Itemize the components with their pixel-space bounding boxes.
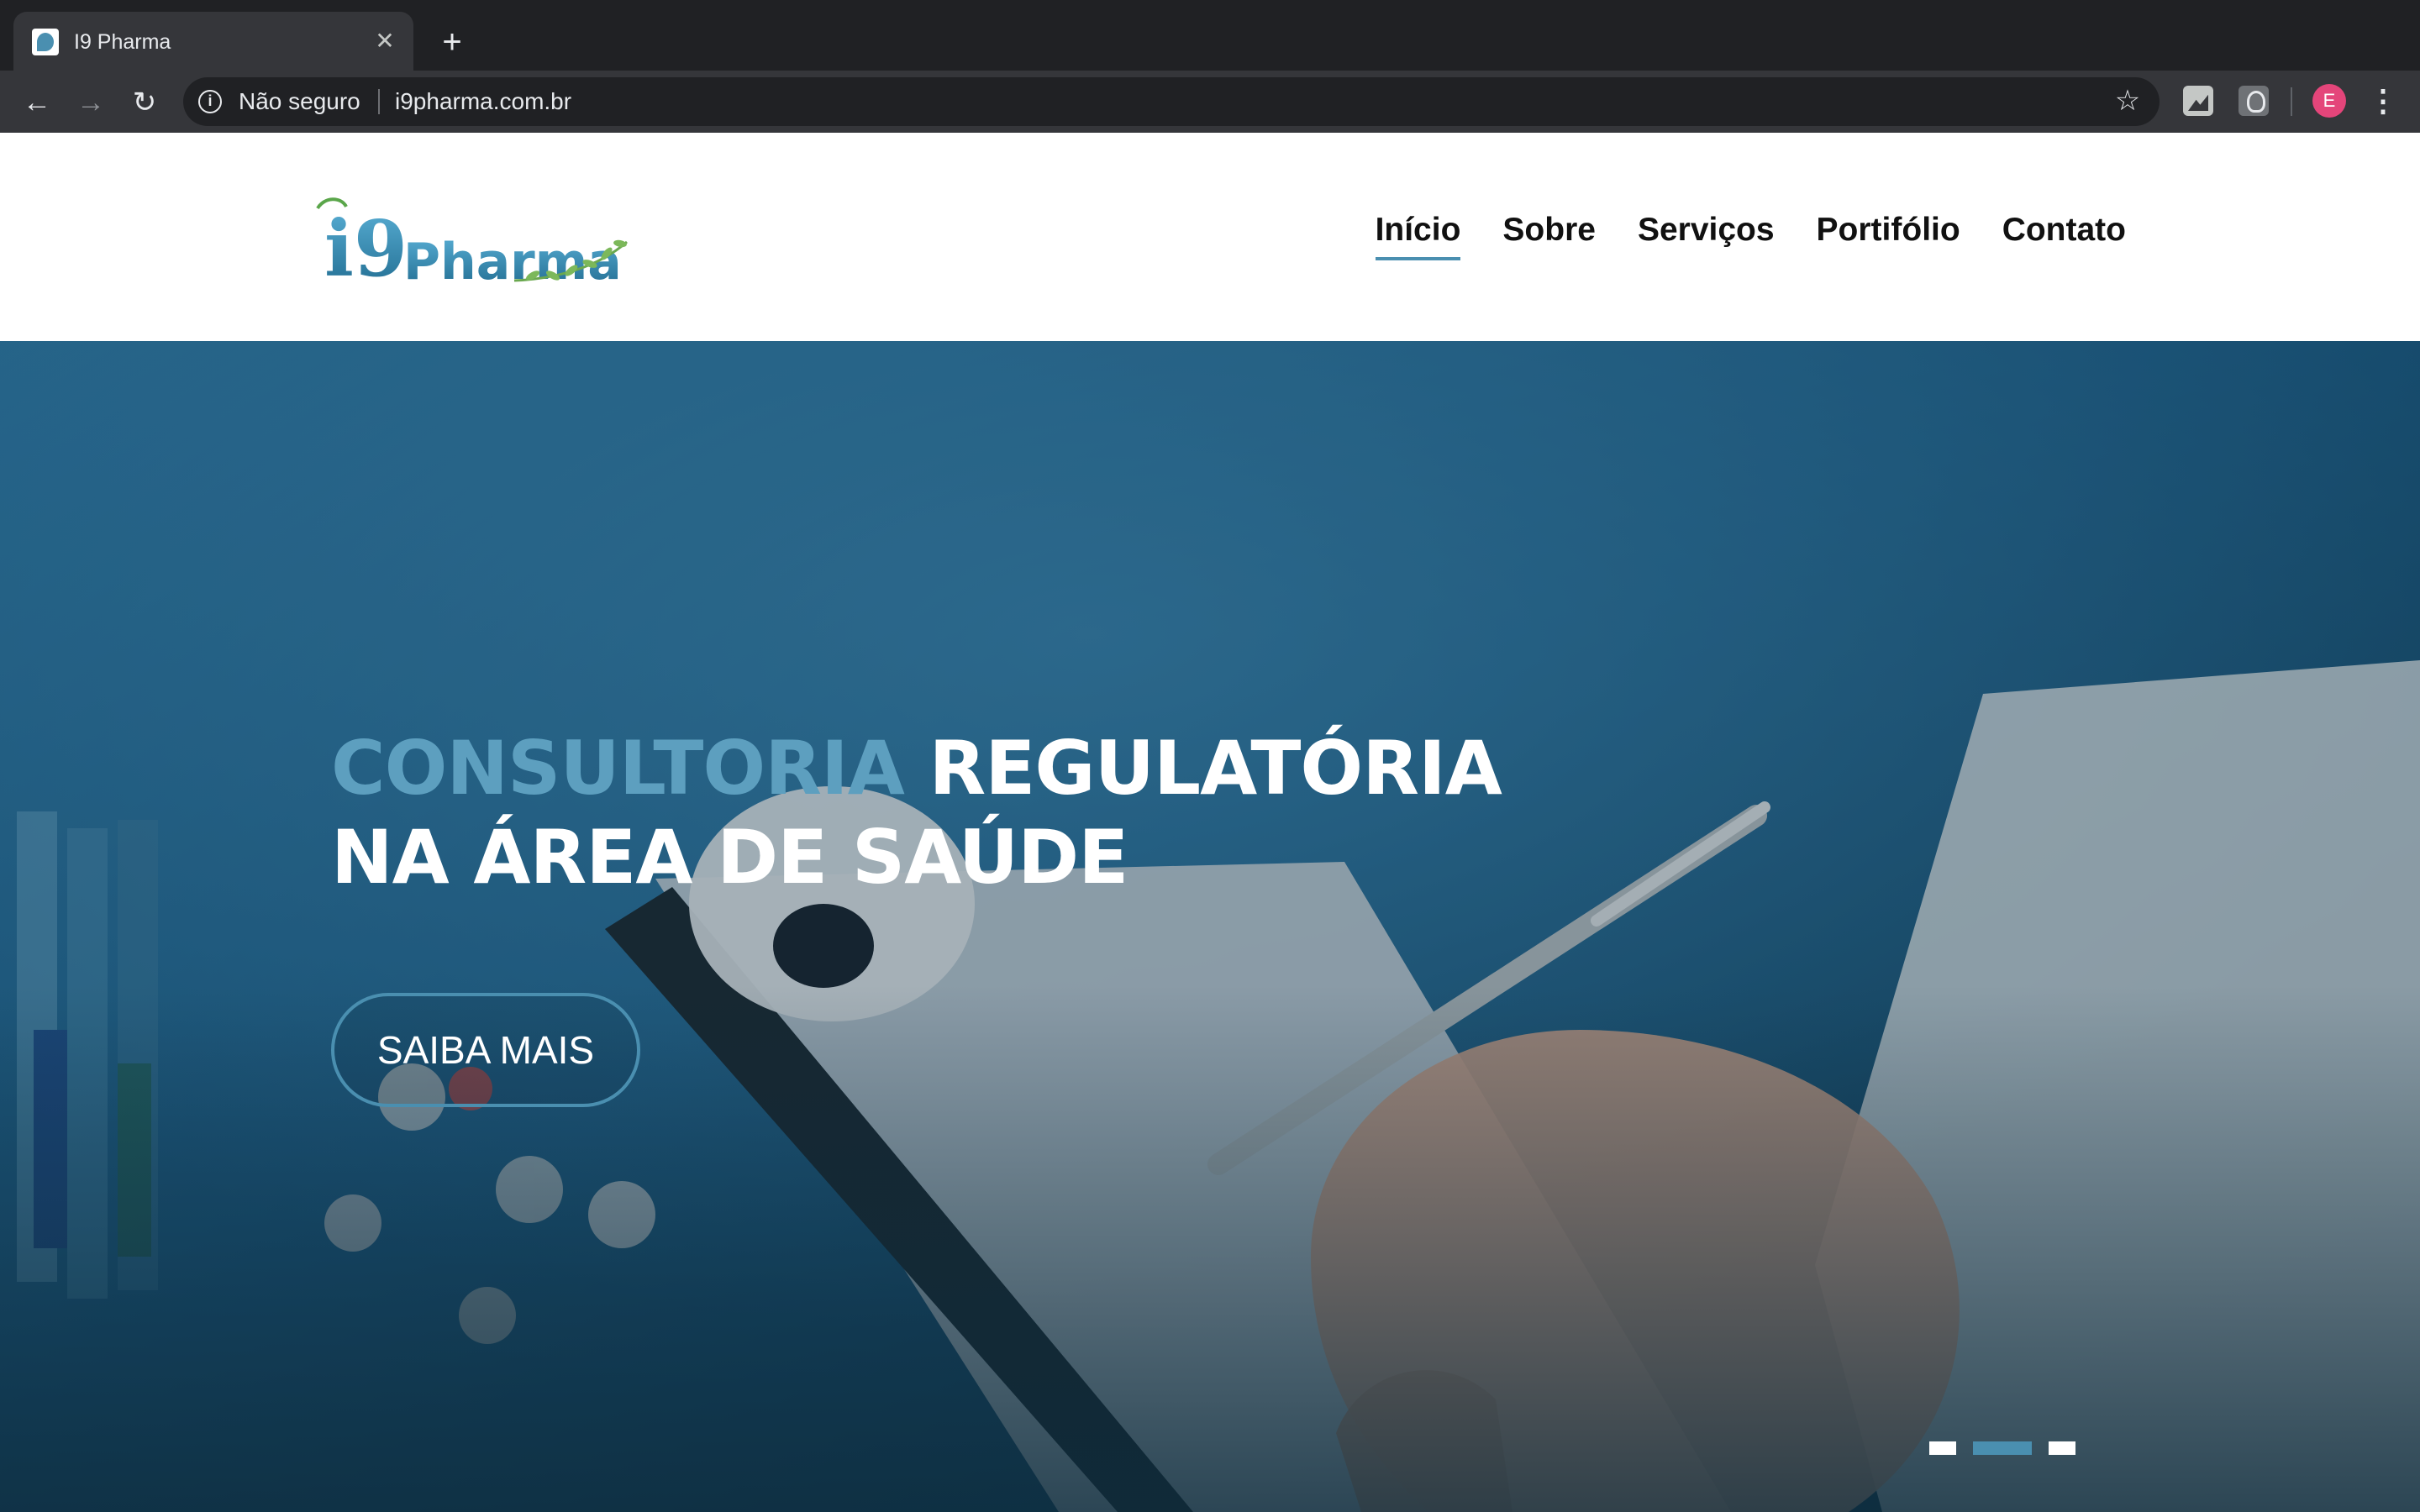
hero-slider: CONSULTORIA REGULATÓRIA NA ÁREA DE SAÚDE… <box>0 341 2420 1512</box>
security-label[interactable]: Não seguro <box>239 87 360 116</box>
main-nav: Início Sobre Serviços Portifólio Contato <box>1375 210 2126 260</box>
nav-item-portifolio[interactable]: Portifólio <box>1817 210 1960 260</box>
slide-dot-3[interactable] <box>2049 1441 2075 1455</box>
site-header: i9 Pharma Início Sobre Serviços Portifól… <box>0 133 2420 341</box>
browser-tab-strip: I9 Pharma ✕ + <box>0 0 2420 71</box>
profile-avatar[interactable]: E <box>2312 84 2346 118</box>
close-tab-icon[interactable]: ✕ <box>368 24 402 58</box>
info-icon[interactable]: i <box>198 90 222 113</box>
url-text[interactable]: i9pharma.com.br <box>395 87 571 116</box>
logo-mark: i9 <box>324 203 408 284</box>
browser-menu-icon[interactable]: ⋮ <box>2366 84 2400 118</box>
nav-item-inicio[interactable]: Início <box>1375 210 1460 260</box>
nav-item-servicos[interactable]: Serviços <box>1638 210 1775 260</box>
hero-title-rest: REGULATÓRIA <box>903 725 1502 811</box>
reload-button[interactable]: ↻ <box>126 84 163 121</box>
hero-title-line2: NA ÁREA DE SAÚDE <box>331 814 1128 900</box>
nav-item-contato[interactable]: Contato <box>2002 210 2126 260</box>
slide-dot-1[interactable] <box>1929 1441 1956 1455</box>
new-tab-button[interactable]: + <box>434 24 471 60</box>
i9pharma-logo[interactable]: i9 Pharma <box>313 192 630 284</box>
extension-image-icon[interactable] <box>2183 86 2213 116</box>
hero-title: CONSULTORIA REGULATÓRIA NA ÁREA DE SAÚDE <box>331 724 1502 902</box>
back-button[interactable]: ← <box>18 84 55 121</box>
slider-pagination <box>1929 1441 2075 1455</box>
slide-dot-2[interactable] <box>1973 1441 2032 1455</box>
nav-item-sobre[interactable]: Sobre <box>1502 210 1596 260</box>
address-separator <box>378 89 380 114</box>
browser-tab[interactable]: I9 Pharma ✕ <box>13 12 413 71</box>
tab-title: I9 Pharma <box>74 30 171 54</box>
hero-title-accent: CONSULTORIA <box>331 725 905 811</box>
browser-toolbar: ← → ↻ i Não seguro i9pharma.com.br ☆ E ⋮ <box>0 71 2420 133</box>
hero-background-photo <box>0 341 2420 1512</box>
forward-button[interactable]: → <box>72 84 109 121</box>
toolbar-separator <box>2291 87 2292 116</box>
logo-text: Pharma <box>403 233 622 284</box>
bookmark-star-icon[interactable]: ☆ <box>2111 84 2144 118</box>
favicon-icon <box>32 29 59 55</box>
extension-bulb-icon[interactable] <box>2238 86 2269 116</box>
address-bar[interactable]: i Não seguro i9pharma.com.br ☆ <box>183 77 2160 126</box>
saiba-mais-button[interactable]: SAIBA MAIS <box>331 993 640 1107</box>
